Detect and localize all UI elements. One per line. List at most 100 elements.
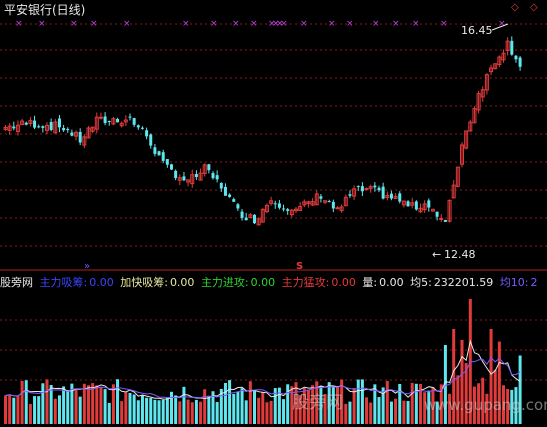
indicator-value: 0.00 bbox=[331, 276, 356, 289]
volume-bar bbox=[128, 392, 132, 424]
volume-bar bbox=[37, 396, 41, 424]
indicator-value: 0.00 bbox=[89, 276, 114, 289]
volume-bar bbox=[344, 403, 348, 424]
volume-bar bbox=[78, 396, 82, 424]
volume-bar bbox=[356, 379, 360, 424]
volume-bar bbox=[365, 397, 369, 424]
diamond-marker-icon: ◇ bbox=[511, 2, 519, 13]
volume-bar bbox=[377, 397, 381, 424]
volume-bar bbox=[74, 389, 78, 424]
buy-marker: » bbox=[84, 261, 90, 272]
volume-bar bbox=[140, 394, 144, 424]
candle-body bbox=[194, 174, 198, 178]
volume-bar bbox=[120, 401, 124, 424]
candle-body bbox=[41, 126, 45, 128]
stock-chart-window: × × × × × × × × × × × × × × × × × × × × × 16.45 ← 12.48 S» 平安银行(… bbox=[0, 0, 547, 427]
indicator-label: 主力进攻: bbox=[200, 276, 249, 289]
volume-bar bbox=[62, 386, 66, 424]
signal-x-marker: × bbox=[182, 19, 190, 29]
volume-bar bbox=[53, 398, 57, 424]
candle-body bbox=[207, 164, 211, 171]
volume-bar bbox=[406, 401, 410, 424]
candle-body bbox=[66, 128, 70, 131]
chart-canvas[interactable]: × × × × × × × × × ×××× × × × × × × × ×16.45← 12.48S» bbox=[0, 0, 547, 427]
volume-bar bbox=[145, 397, 149, 424]
indicator-label: 量: bbox=[362, 276, 378, 289]
indicator-bar: 股旁网 主力吸筹: 0.00 加快吸筹: 0.00 主力进攻: 0.00 主力猛攻: 0… bbox=[0, 274, 541, 292]
volume-bar bbox=[165, 397, 169, 424]
candle-body bbox=[215, 175, 219, 180]
volume-bar bbox=[82, 383, 86, 424]
indicator-value: 232201.59 bbox=[433, 276, 494, 289]
candle-body bbox=[514, 55, 518, 60]
candle-body bbox=[327, 201, 331, 203]
volume-bar bbox=[28, 403, 32, 424]
low-arrow-icon: ← bbox=[432, 248, 441, 261]
volume-bar bbox=[286, 384, 290, 424]
volume-bar bbox=[174, 395, 178, 424]
indicator-item-ma10: 均10: 2 bbox=[500, 276, 538, 289]
candle-body bbox=[277, 203, 281, 208]
candle-body bbox=[335, 207, 340, 210]
volume-bar bbox=[8, 394, 12, 424]
candle-body bbox=[232, 199, 236, 202]
signal-x-marker: × bbox=[123, 19, 131, 29]
indicator-name[interactable]: 股旁网 bbox=[0, 276, 33, 289]
candle-body bbox=[443, 219, 447, 222]
candle-body bbox=[406, 201, 410, 207]
candle-body bbox=[439, 217, 444, 220]
signal-x-marker: × bbox=[346, 19, 354, 29]
volume-bar bbox=[232, 393, 236, 424]
volume-bar bbox=[207, 395, 211, 424]
indicator-item-menggong: 主力猛攻: 0.00 bbox=[282, 276, 356, 289]
candle-body bbox=[356, 185, 360, 187]
volume-bar bbox=[410, 382, 414, 424]
indicator-item-xichou: 主力吸筹: 0.00 bbox=[40, 276, 114, 289]
volume-bar bbox=[240, 388, 244, 424]
candle-body bbox=[49, 122, 53, 130]
volume-bar bbox=[103, 389, 107, 424]
volume-bar bbox=[116, 379, 120, 424]
volume-bar bbox=[45, 379, 49, 424]
volume-bar bbox=[170, 391, 173, 424]
volume-bar bbox=[20, 380, 24, 424]
watermark-text: 股旁网 bbox=[292, 393, 343, 413]
signal-x-marker: × bbox=[232, 19, 240, 29]
candle-body bbox=[360, 186, 364, 192]
volume-bar bbox=[132, 394, 136, 424]
candle-body bbox=[170, 164, 173, 170]
volume-bar bbox=[223, 382, 227, 424]
candle-body bbox=[57, 118, 61, 128]
volume-bar bbox=[394, 398, 398, 424]
candle-body bbox=[398, 193, 402, 202]
candle-body bbox=[24, 122, 28, 125]
candle-body bbox=[107, 121, 111, 123]
indicator-value: 0.00 bbox=[169, 276, 195, 289]
volume-bar bbox=[161, 399, 165, 424]
signal-x-marker: × bbox=[280, 19, 288, 29]
volume-bar bbox=[257, 397, 261, 424]
candle-body bbox=[128, 116, 132, 118]
indicator-item-ma5: 均5: 232201.59 bbox=[410, 276, 493, 289]
volume-bar bbox=[389, 401, 393, 424]
candle-body bbox=[414, 201, 418, 210]
volume-bar bbox=[153, 399, 157, 424]
volume-bar bbox=[215, 402, 219, 424]
signal-x-marker: × bbox=[70, 19, 78, 29]
chart-title: 平安银行(日线) bbox=[4, 3, 86, 17]
candle-body bbox=[182, 176, 186, 181]
candle-body bbox=[348, 194, 352, 196]
candle-body bbox=[373, 185, 377, 188]
candle-body bbox=[116, 118, 120, 123]
volume-bar bbox=[414, 383, 418, 424]
candle-body bbox=[244, 217, 248, 221]
volume-bar bbox=[111, 384, 115, 424]
volume-bar bbox=[41, 383, 45, 424]
volume-bar bbox=[253, 390, 256, 424]
signal-x-marker: × bbox=[372, 19, 380, 29]
volume-bar bbox=[261, 391, 265, 424]
volume-bar bbox=[16, 396, 20, 424]
volume-bar bbox=[33, 396, 37, 424]
volume-bar bbox=[24, 380, 28, 424]
volume-bar bbox=[107, 402, 111, 424]
